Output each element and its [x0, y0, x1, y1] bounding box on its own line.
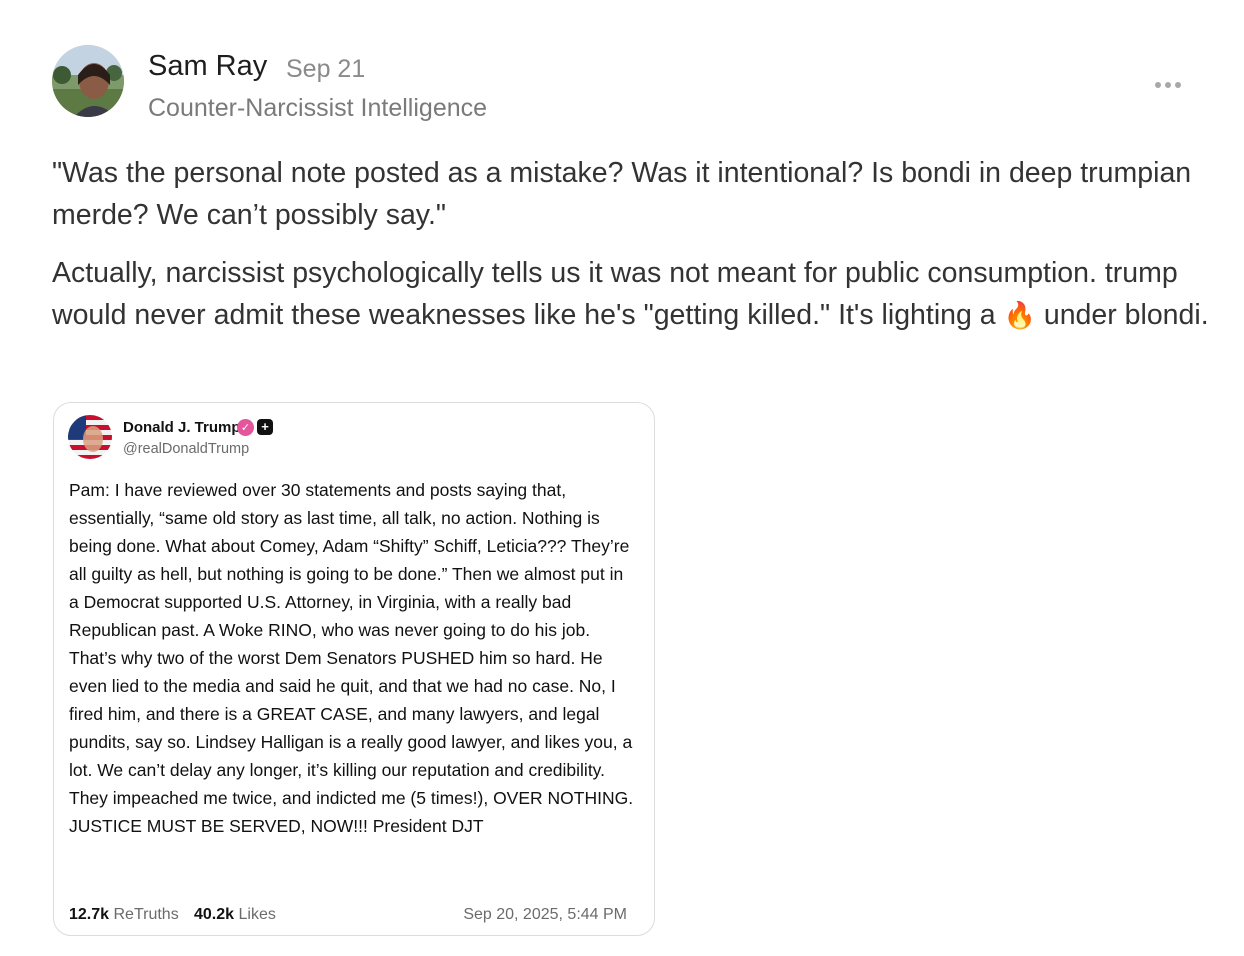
dot — [1165, 82, 1171, 88]
plus-badge-icon: + — [257, 419, 273, 435]
dot — [1175, 82, 1181, 88]
retruths-count: 12.7k — [69, 906, 110, 923]
embed-author-name[interactable]: Donald J. Trump — [123, 419, 241, 436]
embed-timestamp[interactable]: Sep 20, 2025, 5:44 PM — [463, 906, 627, 924]
post-container: Sam Ray Sep 21 Counter-Narcissist Intell… — [0, 0, 1244, 956]
likes-stat[interactable]: 40.2k Likes — [194, 906, 276, 924]
paragraph-2-text-end: under blondi. — [1035, 299, 1209, 331]
publication-name[interactable]: Counter-Narcissist Intelligence — [148, 94, 487, 123]
author-avatar[interactable] — [52, 45, 124, 117]
embed-post-text: Pam: I have reviewed over 30 statements … — [69, 480, 634, 836]
more-options-icon[interactable] — [1150, 73, 1186, 97]
verified-badge-icon: ✓ — [237, 419, 254, 436]
post-paragraph-2: Actually, narcissist psychologically tel… — [52, 252, 1212, 337]
author-name[interactable]: Sam Ray — [148, 50, 267, 83]
retruths-stat[interactable]: 12.7k ReTruths — [69, 906, 179, 924]
dot — [1155, 82, 1161, 88]
likes-count: 40.2k — [194, 906, 235, 923]
likes-label: Likes — [238, 906, 276, 923]
embedded-post-card[interactable]: Donald J. Trump ✓ + @realDonaldTrump Pam… — [53, 402, 655, 936]
embed-avatar[interactable] — [68, 415, 112, 459]
post-date: Sep 21 — [286, 55, 366, 83]
fire-emoji-icon: 🔥 — [1003, 301, 1036, 331]
embed-handle[interactable]: @realDonaldTrump — [123, 441, 249, 457]
post-paragraph-1: "Was the personal note posted as a mista… — [52, 157, 1192, 231]
retruths-label: ReTruths — [113, 906, 179, 923]
